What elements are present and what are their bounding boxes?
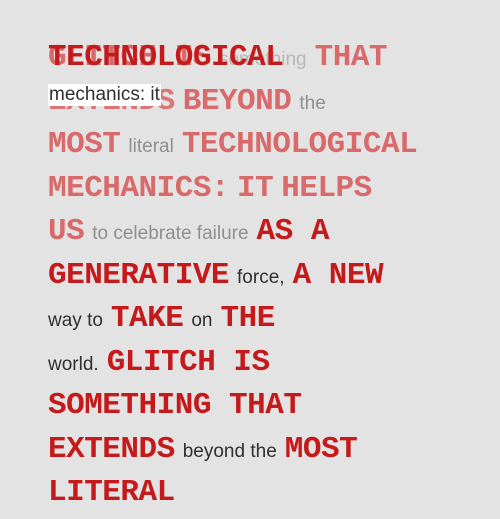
word: US: [48, 214, 85, 249]
glitch-overlay: mechanics: it: [48, 83, 169, 106]
word: SOMETHING THAT: [48, 388, 302, 423]
word: MECHANICS:: [48, 170, 230, 206]
overlay-word: mechanics: it: [48, 83, 161, 106]
text-line: GENERATIVE force, A NEW: [48, 258, 488, 302]
word: THAT: [314, 40, 388, 75]
word: TECHNOLOGICAL: [181, 127, 418, 162]
word: HELPS: [281, 170, 372, 206]
word: beyond the: [182, 440, 277, 462]
word: THE: [220, 301, 275, 336]
word: literal: [128, 136, 174, 157]
word: GLITCH IS: [106, 344, 270, 380]
glitch-overlay: TECHNOLOGICAL: [48, 40, 291, 75]
word: BEYOND: [182, 83, 292, 119]
word: GENERATIVE: [48, 257, 230, 293]
glitch-text-block: GLITCH ISsomethingTHATTECHNOLOGICALEXTEN…: [48, 40, 488, 519]
text-line: EXTENDS beyond the MOST: [48, 432, 488, 476]
text-line: way to TAKE on THE: [48, 301, 488, 345]
word: IT: [237, 170, 274, 206]
word: the: [299, 92, 326, 114]
text-line: MECHANICS: IT HELPS: [48, 171, 488, 215]
overlay-word: TECHNOLOGICAL: [48, 40, 284, 75]
text-line: GLITCH IS something THAT TECHNOLOGICAL: [48, 40, 488, 84]
word: MOST: [48, 127, 121, 162]
text-line: SOMETHING THAT: [48, 388, 488, 432]
word: LITERAL: [48, 475, 175, 510]
word: world.: [48, 353, 99, 375]
word: A NEW: [292, 257, 384, 293]
word: AS A: [256, 214, 330, 249]
word: way to: [48, 310, 103, 331]
text-line: MOST literal TECHNOLOGICAL: [48, 127, 488, 171]
word: MOST: [284, 431, 358, 467]
text-line: US to celebrate failure AS A: [48, 214, 488, 258]
word: force,: [237, 266, 285, 288]
text-line: EXTENDSBEYONDthemechanics: it: [48, 83, 488, 128]
word: EXTENDS: [48, 431, 175, 467]
word: TAKE: [110, 301, 184, 336]
text-line: LITERAL: [48, 475, 488, 519]
text-line: world. GLITCH IS: [48, 345, 488, 389]
word: on: [191, 310, 213, 331]
word: to celebrate failure: [92, 223, 249, 244]
